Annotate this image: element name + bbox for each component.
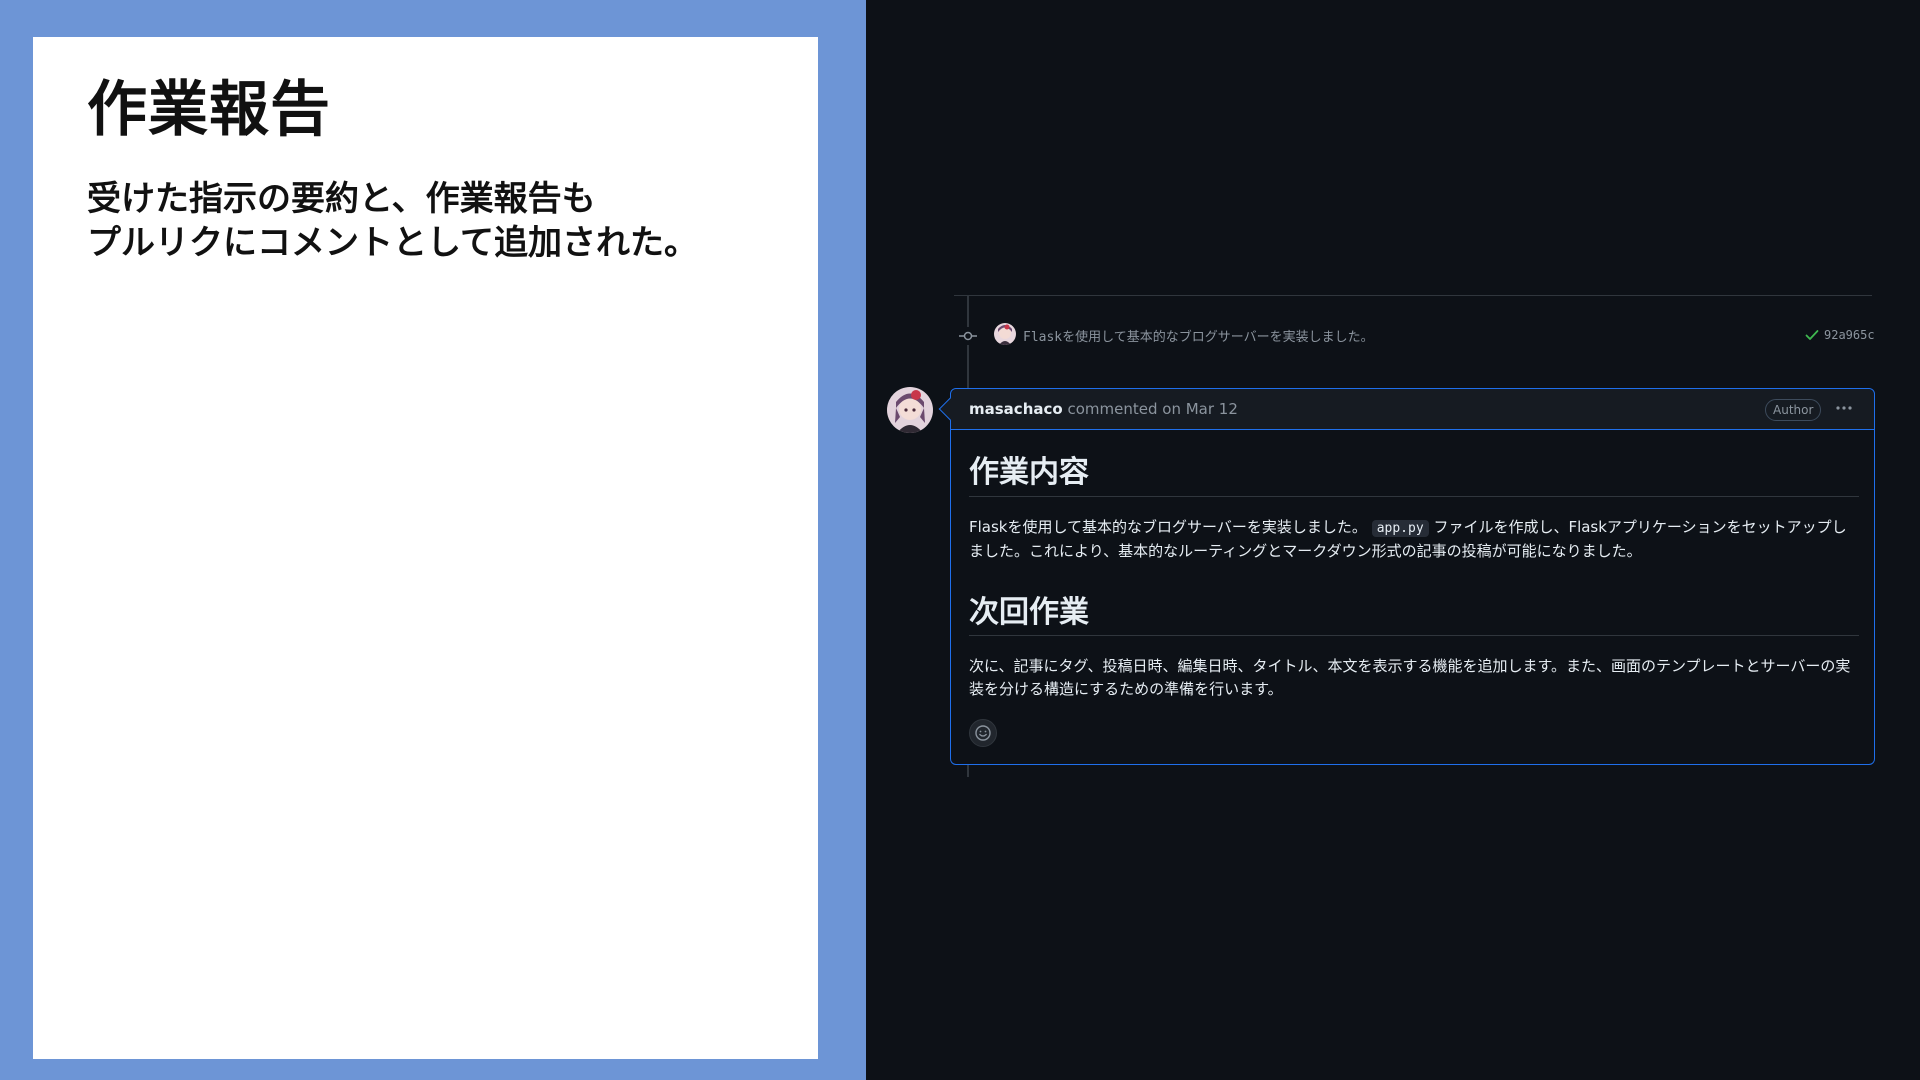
heading-divider — [969, 496, 1859, 497]
comment-author-link[interactable]: masachaco — [969, 400, 1063, 418]
commit-message-text: を使用して基本的なブログサーバーを実装しました。 — [1062, 330, 1374, 345]
timeline-divider — [954, 295, 1872, 296]
smiley-icon — [975, 725, 991, 741]
kebab-menu-icon[interactable] — [1833, 397, 1855, 419]
slide-body-line: プルリクにコメントとして追加された。 — [87, 223, 698, 263]
slide-title: 作業報告 — [87, 75, 331, 145]
inline-code: app.py — [1371, 520, 1429, 537]
commit-hash-link[interactable]: 92a965c — [1824, 328, 1875, 342]
comment-author-avatar[interactable] — [887, 387, 933, 433]
comment-paragraph-work: Flaskを使用して基本的なブログサーバーを実装しました。 app.py ファイ… — [969, 516, 1859, 563]
commit-node-icon — [959, 327, 977, 345]
slide-body-line: 受けた指示の要約と、作業報告も — [87, 179, 596, 219]
paragraph-text: Flaskを使用して基本的なブログサーバーを実装しました。 — [969, 518, 1367, 536]
heading-divider — [969, 635, 1859, 636]
slide-body: 受けた指示の要約と、作業報告も プルリクにコメントとして追加された。 — [87, 177, 698, 265]
slide-background: 作業報告 受けた指示の要約と、作業報告も プルリクにコメントとして追加された。 — [0, 0, 866, 1080]
check-icon — [1805, 330, 1819, 340]
comment-paragraph-next: 次に、記事にタグ、投稿日時、編集日時、タイトル、本文を表示する機能を追加します。… — [969, 657, 1851, 698]
slide-card: 作業報告 受けた指示の要約と、作業報告も プルリクにコメントとして追加された。 — [33, 37, 818, 1059]
comment-timestamp[interactable]: commented on Mar 12 — [1067, 400, 1237, 418]
comment-meta: masachaco commented on Mar 12 — [969, 400, 1238, 418]
comment-heading-work: 作業内容 — [969, 455, 1089, 490]
commit-message-link[interactable]: Flaskを使用して基本的なブログサーバーを実装しました。 — [1023, 326, 1374, 345]
comment-heading-next: 次回作業 — [969, 595, 1089, 630]
pr-comment: masachaco commented on Mar 12 Author 作業内… — [938, 388, 1875, 765]
commit-message-prefix: Flask — [1023, 330, 1063, 345]
author-badge: Author — [1765, 399, 1822, 421]
add-reaction-button[interactable] — [969, 719, 997, 747]
commit-author-avatar[interactable] — [994, 323, 1016, 345]
comment-header: masachaco commented on Mar 12 Author — [951, 389, 1874, 430]
